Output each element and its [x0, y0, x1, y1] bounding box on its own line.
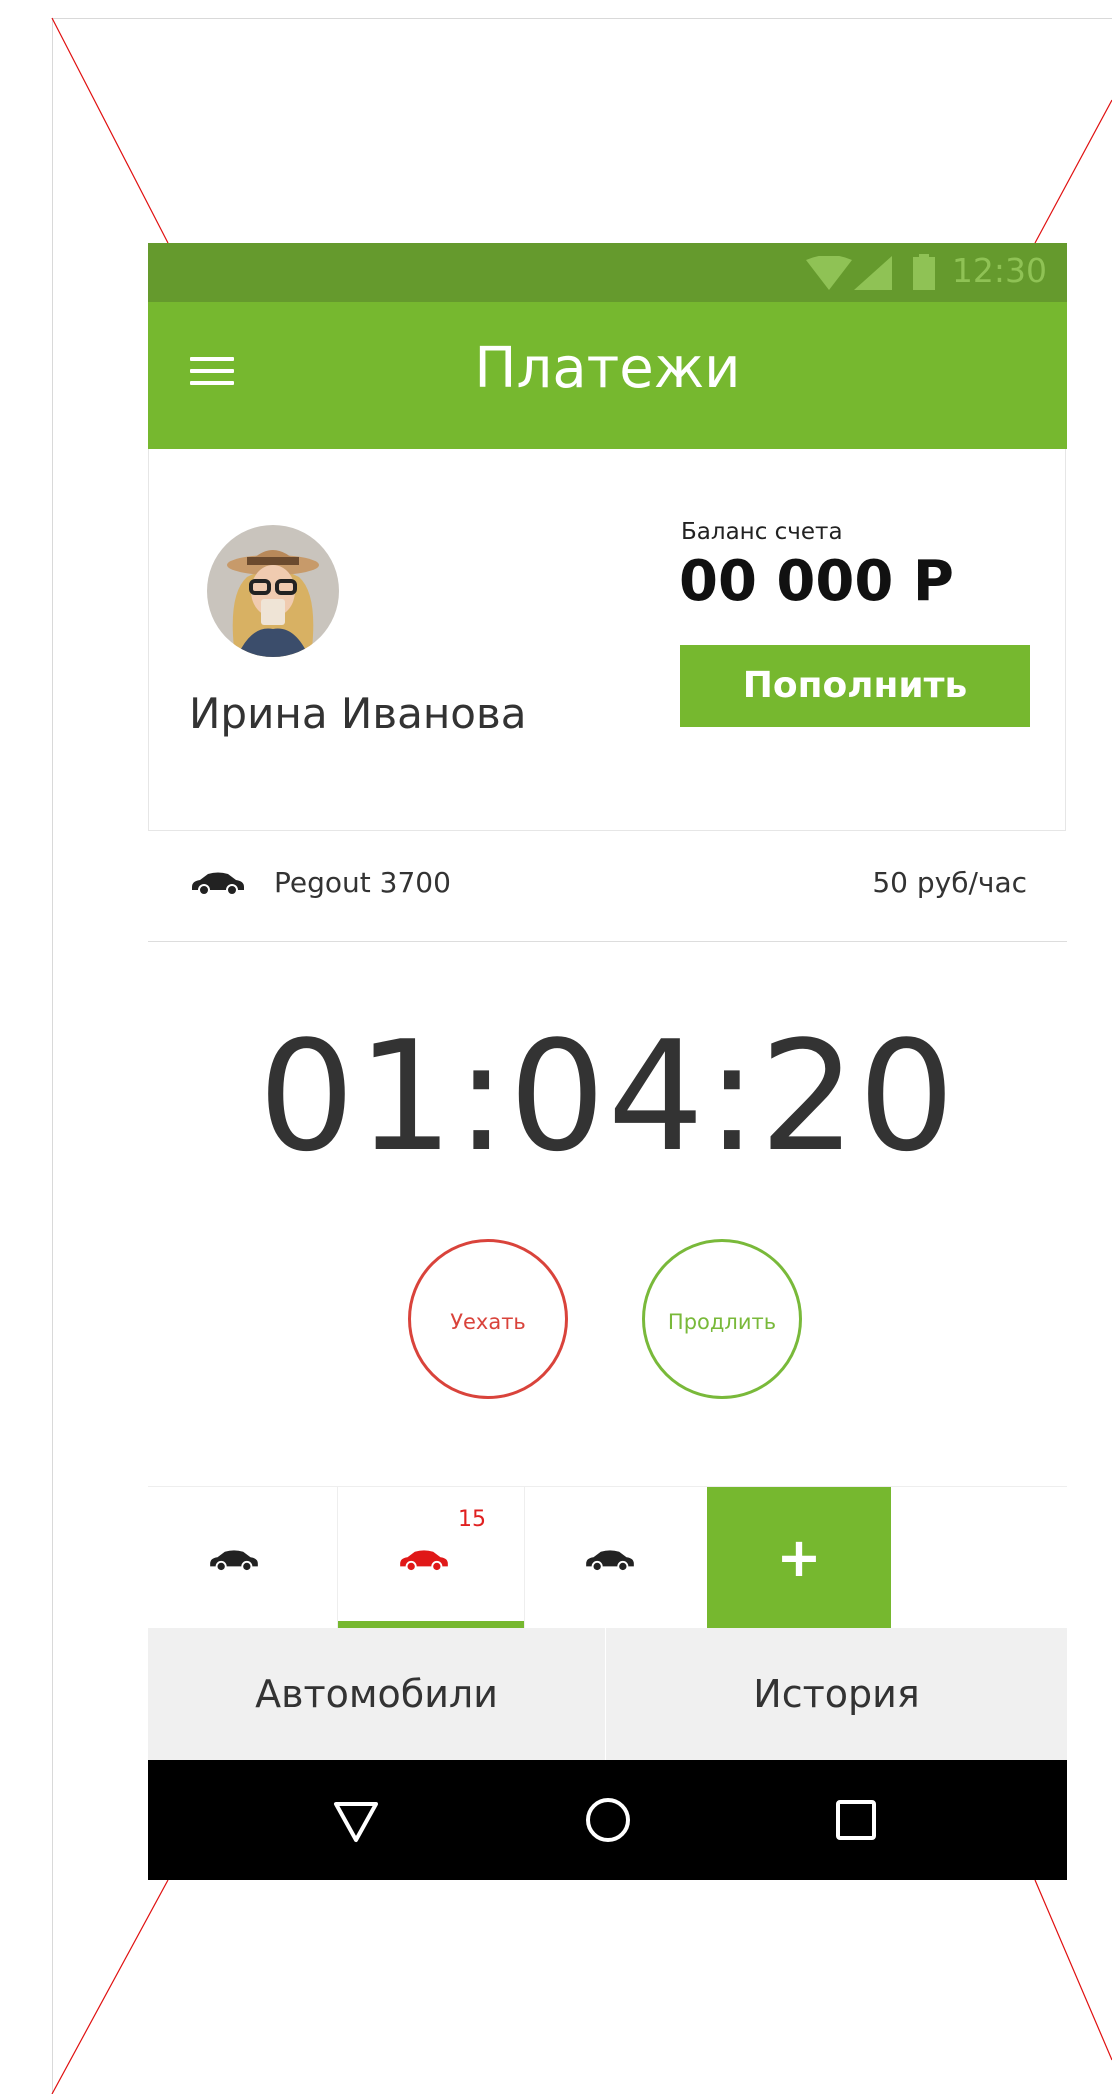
- canvas: 12:30 Платежи Ирина Иванова Баланс счета…: [0, 0, 1112, 2094]
- car-rate: 50 руб/час: [872, 866, 1027, 899]
- extend-button[interactable]: Продлить: [642, 1239, 802, 1399]
- avatar[interactable]: [207, 525, 339, 657]
- profile-card: Ирина Иванова Баланс счета 00 000 Р Попо…: [148, 449, 1066, 831]
- car-icon-active: [400, 1550, 448, 1571]
- current-car-row[interactable]: Pegout 3700 50 руб/час: [148, 831, 1067, 942]
- android-nav-bar: [148, 1760, 1067, 1880]
- back-triangle-icon[interactable]: [326, 1790, 386, 1850]
- app-bar: Платежи: [148, 302, 1067, 449]
- user-name: Ирина Иванова: [189, 689, 527, 738]
- car-tabs: 15 +: [148, 1486, 1067, 1629]
- car-icon: [586, 1550, 634, 1571]
- recents-square-icon[interactable]: [826, 1790, 886, 1850]
- bottom-tabs: Автомобили История: [148, 1628, 1067, 1760]
- car-tab-3[interactable]: [524, 1487, 704, 1629]
- tab-history[interactable]: История: [606, 1628, 1067, 1760]
- balance-label: Баланс счета: [681, 519, 843, 545]
- tab-cars[interactable]: Автомобили: [148, 1628, 606, 1760]
- status-bar: 12:30: [148, 243, 1067, 302]
- parking-timer: 01:04:20: [258, 1008, 957, 1185]
- car-icon: [192, 872, 244, 895]
- notification-badge: 15: [458, 1507, 486, 1532]
- car-icon: [210, 1550, 258, 1571]
- home-circle-icon[interactable]: [578, 1790, 638, 1850]
- cellular-signal-icon: [854, 256, 892, 290]
- status-time: 12:30: [951, 251, 1047, 290]
- car-name: Pegout 3700: [274, 866, 451, 899]
- leave-button[interactable]: Уехать: [408, 1239, 568, 1399]
- wifi-icon: [806, 256, 852, 290]
- phone-screen: 12:30 Платежи Ирина Иванова Баланс счета…: [148, 243, 1067, 1880]
- car-tab-1[interactable]: [148, 1487, 336, 1629]
- page-title: Платежи: [474, 336, 741, 401]
- battery-icon: [913, 254, 935, 290]
- topup-button[interactable]: Пополнить: [680, 645, 1030, 727]
- car-tab-2[interactable]: 15: [337, 1487, 525, 1629]
- balance-value: 00 000 Р: [679, 549, 954, 614]
- add-car-button[interactable]: +: [707, 1487, 891, 1629]
